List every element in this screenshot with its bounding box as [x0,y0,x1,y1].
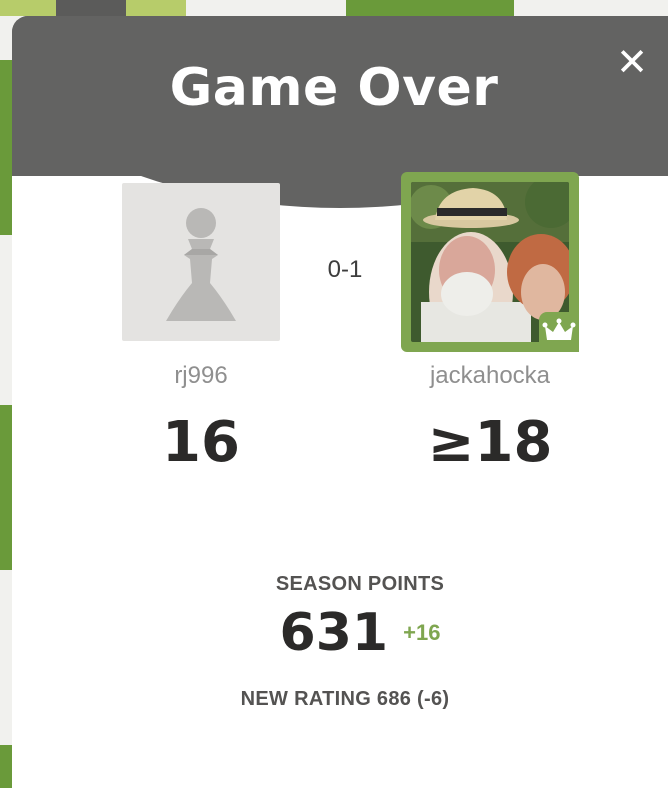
crown-icon [539,312,579,352]
rating-left: 16 [162,410,240,475]
username-right[interactable]: jackahocka [400,362,580,390]
board-square [0,0,56,16]
player-avatar-left[interactable] [122,183,280,341]
season-points-delta: +16 [403,620,441,645]
modal-title: Game Over [169,58,499,118]
board-square [346,0,514,16]
pawn-icon [166,208,236,321]
board-square [56,0,126,16]
season-points-row: 631 +16 [0,603,668,663]
season-points-label: SEASON POINTS [275,573,445,595]
board-square [0,745,12,788]
season-points-value: 631 [279,603,389,663]
rating-right: ≥18 [427,410,553,475]
board-square [0,405,12,570]
username-left[interactable]: rj996 [120,362,282,390]
board-square [126,0,186,16]
player-avatar-right[interactable] [401,172,579,352]
close-icon[interactable]: ✕ [612,42,652,82]
new-rating: NEW RATING 686 (-6) [240,688,450,710]
game-over-modal [12,16,668,788]
game-score: 0-1 [327,256,363,283]
